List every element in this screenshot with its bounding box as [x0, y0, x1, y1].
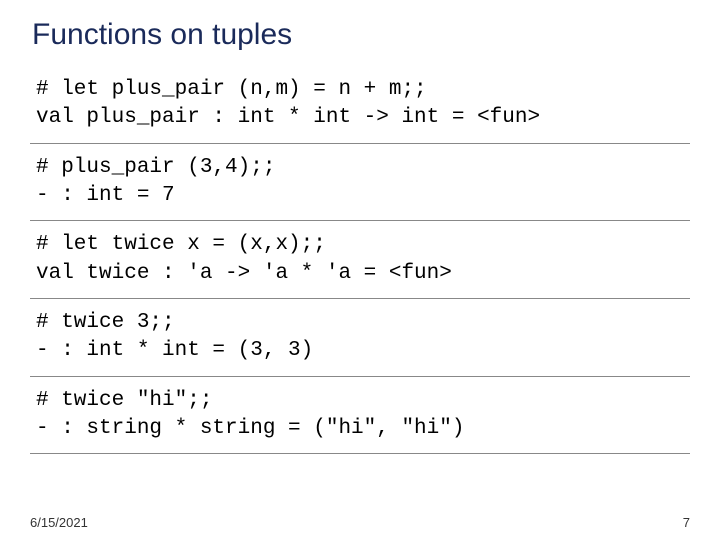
code-block: # let twice x = (x,x);; val twice : 'a -…: [30, 221, 690, 299]
code-block: # twice "hi";; - : string * string = ("h…: [30, 377, 690, 455]
code-block: # twice 3;; - : int * int = (3, 3): [30, 299, 690, 377]
code-block: # let plus_pair (n,m) = n + m;; val plus…: [30, 66, 690, 144]
footer-date: 6/15/2021: [30, 515, 88, 530]
slide-footer: 6/15/2021 7: [30, 515, 690, 530]
slide-title: Functions on tuples: [30, 18, 690, 52]
footer-page-number: 7: [683, 515, 690, 530]
code-block: # plus_pair (3,4);; - : int = 7: [30, 144, 690, 222]
